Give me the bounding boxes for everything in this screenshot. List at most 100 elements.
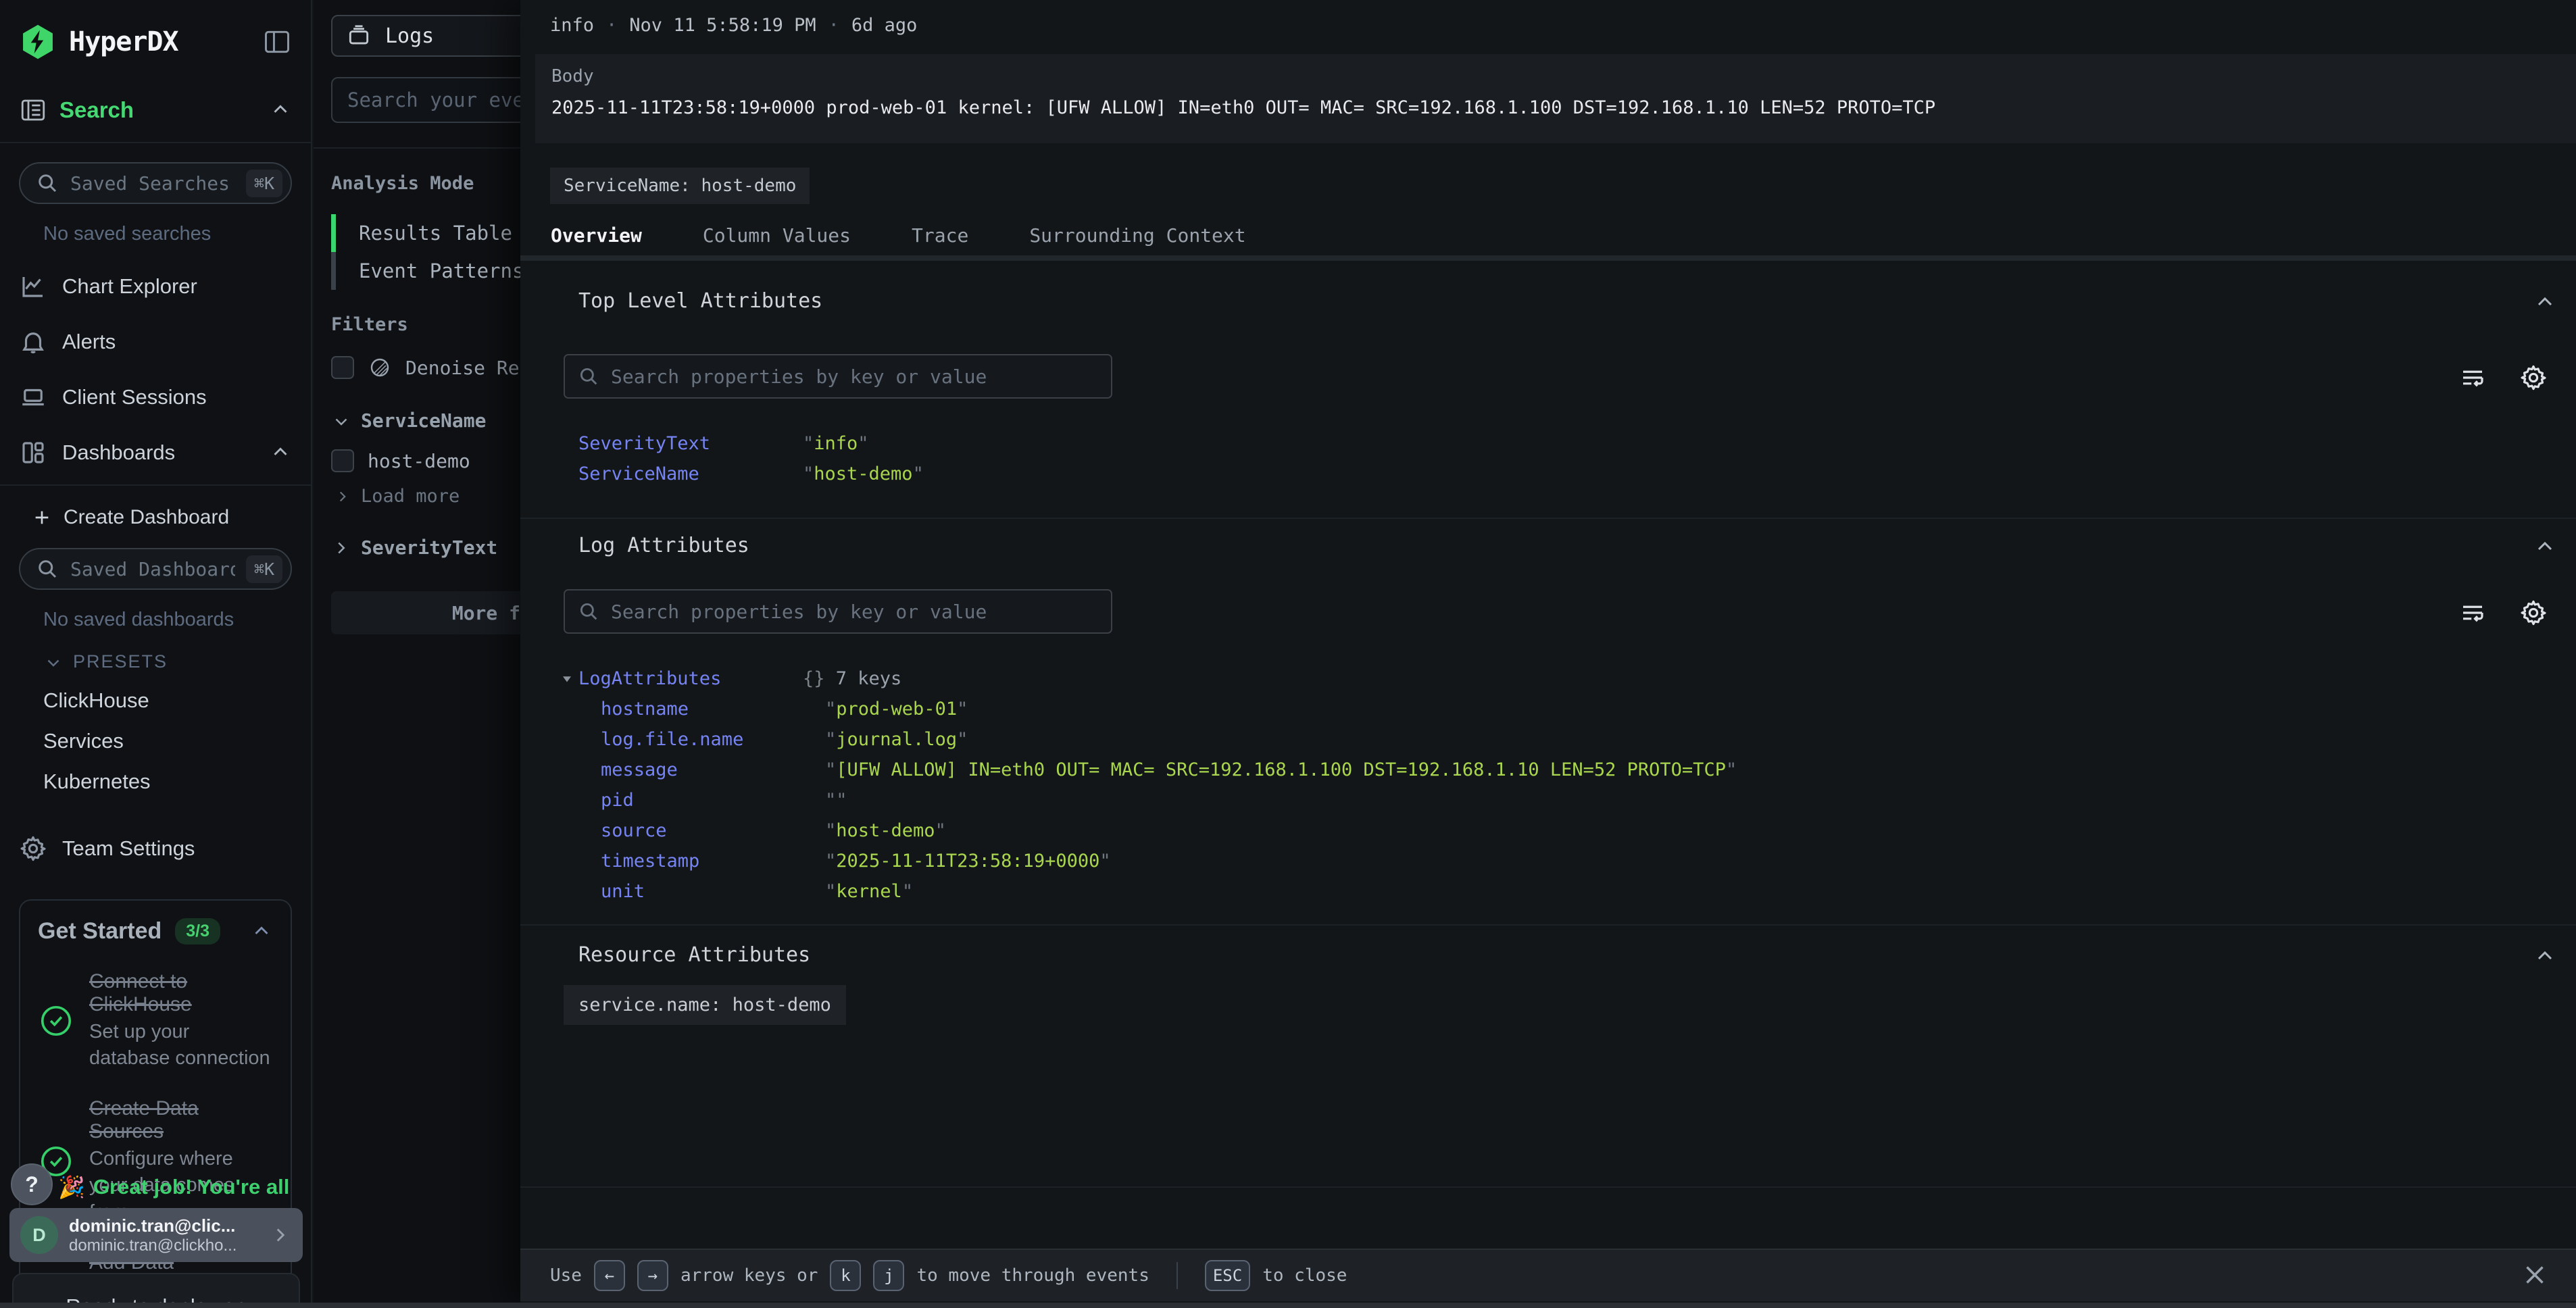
saved-searches-input[interactable]: Saved Searches ⌘K [19, 162, 292, 204]
gear-icon[interactable] [2519, 599, 2548, 627]
attribute-key[interactable]: unit [601, 881, 825, 902]
saved-searches-placeholder: Saved Searches [70, 172, 235, 195]
filter-group-servicename[interactable]: ServiceName [331, 409, 520, 432]
property-search-input[interactable]: Search properties by key or value [564, 589, 1112, 634]
search-icon [577, 600, 600, 623]
attribute-value[interactable]: "2025-11-11T23:58:19+0000" [825, 851, 1111, 872]
analysis-mode-results-table[interactable]: Results Table [331, 214, 520, 252]
keyboard-hints-bar: Use ← → arrow keys or k j to move throug… [520, 1249, 2576, 1301]
attribute-value[interactable]: "[UFW ALLOW] IN=eth0 OUT= MAC= SRC=192.1… [825, 759, 1737, 780]
tab-overview[interactable]: Overview [520, 216, 672, 255]
get-started-step[interactable]: Create Data Sources Configure where your… [38, 1097, 273, 1225]
chevron-up-icon[interactable] [269, 441, 292, 464]
top-level-attributes-section: Top Level Attributes Search properties b… [520, 289, 2576, 313]
shortcut-badge: ⌘K [246, 555, 282, 583]
attribute-value[interactable]: "kernel" [825, 881, 913, 902]
load-more-button[interactable]: Load more [331, 486, 520, 507]
step-title: Connect to ClickHouse [89, 970, 273, 1016]
saved-dashboards-input[interactable]: Saved Dashboards ⌘K [19, 548, 292, 590]
servicename-chip[interactable]: ServiceName: host-demo [550, 168, 810, 204]
saved-dashboards-placeholder: Saved Dashboards [70, 558, 235, 580]
sidebar-item-dashboards[interactable]: Dashboards [19, 438, 292, 467]
sidebar-item-chart-explorer[interactable]: Chart Explorer [19, 272, 292, 301]
shortcut-badge: ⌘K [246, 170, 282, 197]
chevron-down-icon [331, 411, 351, 431]
close-icon[interactable] [2519, 1259, 2550, 1290]
sidebar-item-search[interactable]: Search [19, 96, 292, 124]
filter-group-severitytext[interactable]: SeverityText [331, 536, 520, 559]
create-dashboard-button[interactable]: Create Dashboard [19, 506, 292, 529]
event-search-input[interactable]: Search your events... [331, 77, 520, 123]
attribute-key[interactable]: log.file.name [601, 729, 825, 750]
attribute-value[interactable]: "info" [803, 433, 869, 454]
user-name: dominic.tran@clic... [69, 1215, 258, 1236]
chevron-right-icon [334, 488, 351, 505]
attribute-key[interactable]: source [601, 820, 825, 841]
tab-column-values[interactable]: Column Values [672, 216, 881, 255]
user-menu[interactable]: D dominic.tran@clic... dominic.tran@clic… [9, 1208, 303, 1262]
sidebar-item-clickhouse[interactable]: ClickHouse [43, 688, 292, 713]
bottom-edge-strip [0, 1303, 2576, 1308]
section-title: Log Attributes [578, 534, 749, 557]
attribute-key[interactable]: ServiceName [578, 463, 803, 484]
collapse-section-icon[interactable] [2533, 945, 2557, 969]
resource-attribute-chip[interactable]: service.name: host-demo [564, 985, 846, 1025]
chevron-up-icon[interactable] [250, 920, 273, 943]
attribute-key[interactable]: message [601, 759, 825, 780]
sidebar-item-services[interactable]: Services [43, 729, 292, 753]
denoise-results-checkbox[interactable]: Denoise Results [331, 355, 520, 380]
attribute-key[interactable]: hostname [601, 699, 825, 720]
attribute-value[interactable]: "" [825, 790, 847, 811]
event-details-panel: info · Nov 11 5:58:19 PM · 6d ago Body 2… [520, 0, 2576, 1308]
tab-surrounding-context[interactable]: Surrounding Context [999, 216, 1276, 255]
attribute-value[interactable]: "prod-web-01" [825, 699, 968, 720]
attribute-value[interactable]: "host-demo" [803, 463, 924, 484]
sidebar-item-team-settings[interactable]: Team Settings [19, 834, 292, 863]
detail-tabs: Overview Column Values Trace Surrounding… [520, 216, 2576, 255]
help-button[interactable]: ? [11, 1163, 53, 1205]
collapse-section-icon[interactable] [2533, 291, 2557, 315]
search-icon [35, 171, 59, 195]
divider [1176, 1262, 1178, 1289]
attribute-row: pid "" [578, 785, 2549, 815]
attribute-value[interactable]: "journal.log" [825, 729, 968, 750]
sidebar-item-alerts[interactable]: Alerts [19, 328, 292, 356]
divider [0, 484, 311, 486]
attribute-key[interactable]: pid [601, 790, 825, 811]
more-filters-button[interactable]: More filters [331, 591, 520, 634]
create-dashboard-label: Create Dashboard [64, 506, 229, 529]
source-select[interactable]: Logs [331, 15, 520, 57]
search-section-icon [19, 96, 47, 124]
property-search-input[interactable]: Search properties by key or value [564, 354, 1112, 399]
body-label: Body [551, 66, 2560, 86]
filter-value-host-demo[interactable]: host-demo [331, 449, 520, 472]
severity-level: info [550, 15, 594, 36]
gear-icon[interactable] [2519, 363, 2548, 392]
expander-icon[interactable] [561, 673, 573, 685]
tab-trace[interactable]: Trace [881, 216, 999, 255]
plus-icon [31, 507, 53, 528]
attribute-key[interactable]: timestamp [601, 851, 825, 872]
collapse-section-icon[interactable] [2533, 535, 2557, 559]
checkbox[interactable] [331, 356, 354, 379]
attribute-key[interactable]: LogAttributes [578, 668, 803, 689]
checkbox[interactable] [331, 449, 354, 472]
dashboards-icon [19, 438, 47, 467]
sidebar-item-kubernetes[interactable]: Kubernetes [43, 770, 292, 794]
collapse-sidebar-icon[interactable] [262, 27, 292, 57]
analysis-mode-event-patterns[interactable]: Event Patterns [331, 252, 520, 290]
chevron-up-icon[interactable] [269, 99, 292, 122]
presets-toggle[interactable]: PRESETS [43, 651, 292, 672]
chart-icon [19, 272, 47, 301]
wrap-text-icon[interactable] [2458, 363, 2487, 392]
attribute-value[interactable]: "host-demo" [825, 820, 946, 841]
bell-icon [19, 328, 47, 356]
analysis-mode-label: Analysis Mode [331, 173, 520, 194]
get-started-step[interactable]: Connect to ClickHouse Set up your databa… [38, 970, 273, 1072]
event-relative-time: 6d ago [851, 15, 918, 36]
wrap-text-icon[interactable] [2458, 599, 2487, 627]
brand[interactable]: HyperDX [19, 23, 292, 61]
divider [0, 142, 311, 143]
sidebar-item-client-sessions[interactable]: Client Sessions [19, 383, 292, 411]
attribute-key[interactable]: SeverityText [578, 433, 803, 454]
